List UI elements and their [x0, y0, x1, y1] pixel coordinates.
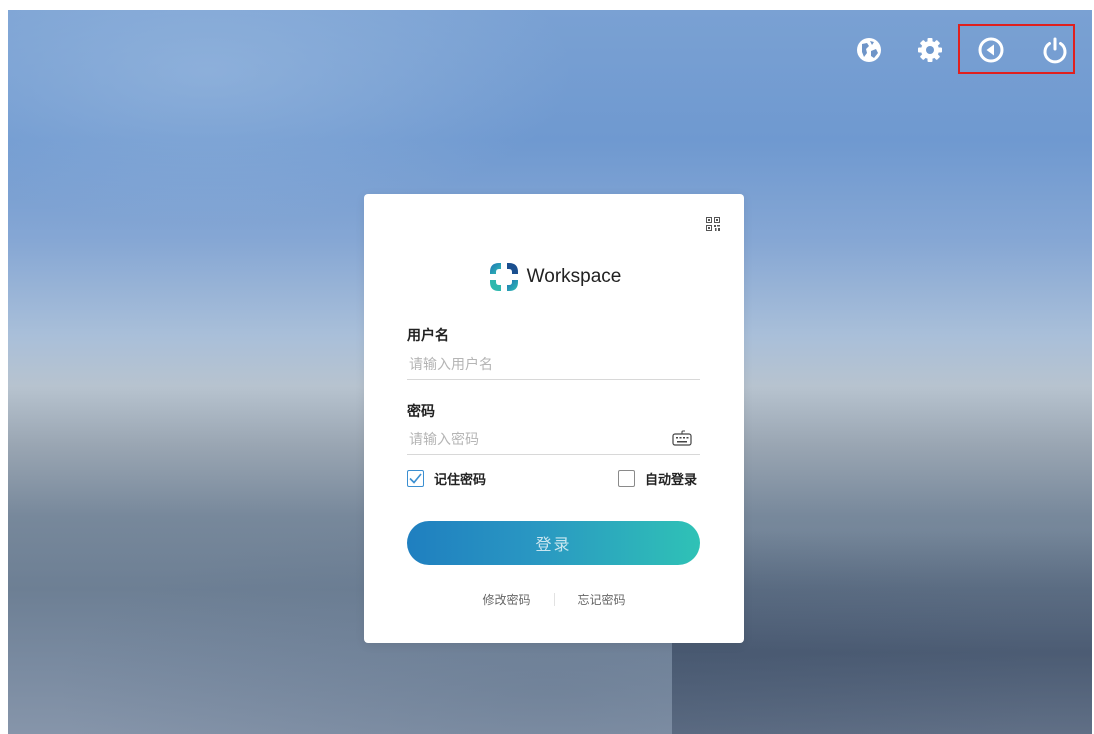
auto-login-check-icon[interactable] — [618, 470, 635, 487]
auto-login-checkbox[interactable]: 自动登录 — [618, 469, 697, 488]
forgot-password-link[interactable]: 忘记密码 — [578, 591, 626, 608]
link-divider — [553, 593, 555, 606]
brand-name: Workspace — [526, 266, 622, 287]
remember-password-label: 记住密码 — [434, 473, 487, 488]
remember-check-icon[interactable] — [407, 470, 424, 487]
gear-icon[interactable] — [914, 34, 946, 66]
remember-password-checkbox[interactable]: 记住密码 — [407, 469, 486, 488]
globe-icon[interactable] — [853, 34, 885, 66]
power-icon[interactable] — [1039, 34, 1071, 66]
username-label: 用户名 — [407, 328, 449, 344]
auto-login-label: 自动登录 — [645, 473, 698, 488]
back-icon[interactable] — [975, 34, 1007, 66]
password-label: 密码 — [407, 404, 435, 420]
username-input[interactable] — [407, 350, 700, 380]
change-password-link[interactable]: 修改密码 — [482, 591, 530, 608]
workspace-logo-icon — [489, 263, 518, 291]
qr-code-icon[interactable] — [706, 216, 720, 231]
password-input[interactable] — [407, 425, 700, 455]
virtual-keyboard-icon[interactable] — [672, 430, 692, 446]
login-button[interactable]: 登录 — [407, 521, 700, 565]
login-card: Workspace 用户名 密码 记住密码 自动登录 登录 修改密码 — [364, 194, 744, 643]
brand-logo: Workspace — [364, 260, 744, 294]
bottom-links: 修改密码 忘记密码 — [364, 591, 744, 608]
